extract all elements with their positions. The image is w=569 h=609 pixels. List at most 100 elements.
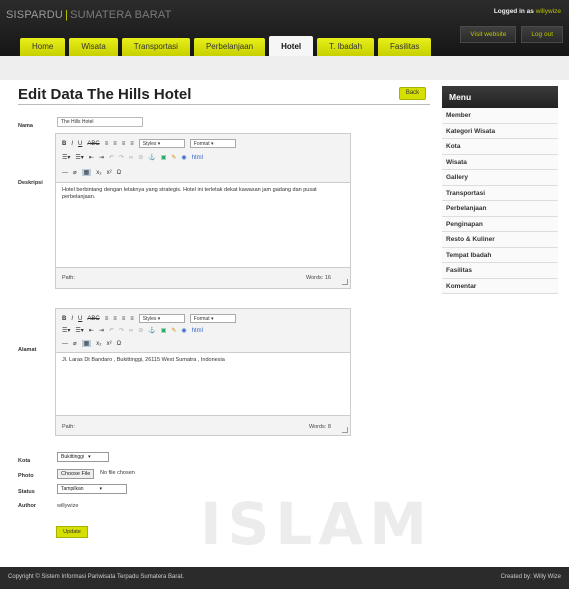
anchor-icon[interactable]: ⚓ xyxy=(148,154,155,161)
copyright-text: Copyright © Sistem Informasi Pariwisata … xyxy=(8,574,185,580)
numbered-list-icon[interactable]: ☰▾ xyxy=(75,327,83,334)
unlink-icon[interactable]: ⊘ xyxy=(138,154,143,161)
bullet-list-icon[interactable]: ☰▾ xyxy=(62,154,70,161)
align-left-icon[interactable]: ≡ xyxy=(105,141,109,147)
underline-icon[interactable]: U xyxy=(78,141,82,147)
remove-format-icon[interactable]: ⌀ xyxy=(73,169,77,176)
status-label: Status xyxy=(18,489,35,495)
strikethrough-icon[interactable]: ABC xyxy=(87,141,99,147)
cleanup-icon[interactable]: ✎ xyxy=(171,327,176,334)
sidebar-item-fasilitas[interactable]: Fasilitas xyxy=(442,263,558,279)
chevron-down-icon: ▾ xyxy=(99,486,103,492)
resize-handle-icon[interactable] xyxy=(342,427,348,433)
visit-website-button[interactable]: Visit website xyxy=(460,26,517,43)
nav-tab-perbelanjaan[interactable]: Perbelanjaan xyxy=(193,38,266,56)
alamat-textarea[interactable]: Jl. Laras Dt Bandaro , Bukittinggi, 2611… xyxy=(56,352,350,416)
sidebar-item-kategori-wisata[interactable]: Kategori Wisata xyxy=(442,123,558,139)
outdent-icon[interactable]: ⇤ xyxy=(89,327,94,334)
horizontal-rule-icon[interactable]: — xyxy=(62,341,68,347)
alamat-label: Alamat xyxy=(18,347,37,353)
status-select[interactable]: Tampilkan ▾ xyxy=(57,484,127,494)
update-button[interactable]: Update xyxy=(56,526,88,538)
cleanup-icon[interactable]: ✎ xyxy=(171,154,176,161)
styles-select[interactable]: Styles ▾ xyxy=(138,139,185,148)
align-right-icon[interactable]: ≡ xyxy=(122,141,126,147)
status-select-value: Tampilkan xyxy=(61,486,84,492)
redo-icon[interactable]: ↷ xyxy=(119,154,124,161)
help-icon[interactable]: ◉ xyxy=(181,154,186,161)
sidebar-item-perbelanjaan[interactable]: Perbelanjaan xyxy=(442,201,558,217)
image-icon[interactable]: ▣ xyxy=(161,327,167,334)
bold-icon[interactable]: B xyxy=(62,141,66,147)
italic-icon[interactable]: I xyxy=(71,316,73,322)
link-icon[interactable]: ∞ xyxy=(129,155,133,161)
nav-tab-fasilitas[interactable]: Fasilitas xyxy=(378,38,432,56)
nav-tab-transportasi[interactable]: Transportasi xyxy=(121,38,190,56)
log-out-button[interactable]: Log out xyxy=(521,26,563,43)
align-justify-icon[interactable]: ≡ xyxy=(130,141,134,147)
help-icon[interactable]: ◉ xyxy=(181,327,186,334)
special-char-icon[interactable]: Ω xyxy=(117,170,122,176)
sidebar-item-tempat-ibadah[interactable]: Tempat Ibadah xyxy=(442,247,558,263)
unlink-icon[interactable]: ⊘ xyxy=(138,327,143,334)
outdent-icon[interactable]: ⇤ xyxy=(89,154,94,161)
remove-format-icon[interactable]: ⌀ xyxy=(73,340,77,347)
align-center-icon[interactable]: ≡ xyxy=(113,316,117,322)
underline-icon[interactable]: U xyxy=(78,316,82,322)
indent-icon[interactable]: ⇥ xyxy=(99,154,104,161)
brand-separator: | xyxy=(65,9,69,21)
align-left-icon[interactable]: ≡ xyxy=(105,316,109,322)
align-justify-icon[interactable]: ≡ xyxy=(130,316,134,322)
anchor-icon[interactable]: ⚓ xyxy=(148,327,155,334)
kota-select[interactable]: Bukittinggi ▾ xyxy=(57,452,109,462)
logged-in-status: Logged in as willywize xyxy=(494,8,561,15)
alamat-editor: B I U ABC ≡ ≡ ≡ ≡ Styles ▾ Format ▾ ☰▾ ☰… xyxy=(55,308,351,436)
sidebar-item-transportasi[interactable]: Transportasi xyxy=(442,185,558,201)
undo-icon[interactable]: ↶ xyxy=(109,154,114,161)
sidebar-menu: Menu Member Kategori Wisata Kota Wisata … xyxy=(442,86,558,294)
html-icon[interactable]: html xyxy=(192,155,203,161)
superscript-icon[interactable]: x² xyxy=(107,170,112,176)
indent-icon[interactable]: ⇥ xyxy=(99,327,104,334)
editor-toolbar-row-2: ☰▾ ☰▾ ⇤ ⇥ ↶ ↷ ∞ ⊘ ⚓ ▣ ✎ ◉ html xyxy=(62,327,203,335)
choose-file-button[interactable]: Choose File xyxy=(57,469,95,479)
styles-select[interactable]: Styles ▾ xyxy=(138,314,185,323)
strikethrough-icon[interactable]: ABC xyxy=(87,316,99,322)
html-icon[interactable]: html xyxy=(192,328,203,334)
format-select[interactable]: Format ▾ xyxy=(189,139,236,148)
align-right-icon[interactable]: ≡ xyxy=(122,316,126,322)
visual-aid-icon[interactable]: ▦ xyxy=(81,169,92,176)
undo-icon[interactable]: ↶ xyxy=(109,327,114,334)
sidebar-item-member[interactable]: Member xyxy=(442,108,558,124)
back-button[interactable]: Back xyxy=(399,87,426,100)
numbered-list-icon[interactable]: ☰▾ xyxy=(75,154,83,161)
styles-select-label: Styles xyxy=(142,141,157,147)
sidebar-item-penginapan[interactable]: Penginapan xyxy=(442,216,558,232)
nav-tab-home[interactable]: Home xyxy=(20,38,66,56)
horizontal-rule-icon[interactable]: — xyxy=(62,170,68,176)
image-icon[interactable]: ▣ xyxy=(161,154,167,161)
sidebar-item-gallery[interactable]: Gallery xyxy=(442,170,558,186)
redo-icon[interactable]: ↷ xyxy=(119,327,124,334)
sidebar-item-resto-kuliner[interactable]: Resto & Kuliner xyxy=(442,232,558,248)
format-select[interactable]: Format ▾ xyxy=(189,314,236,323)
subscript-icon[interactable]: x₂ xyxy=(96,341,101,347)
superscript-icon[interactable]: x² xyxy=(107,341,112,347)
nav-tab-t-ibadah[interactable]: T. Ibadah xyxy=(317,38,375,56)
visual-aid-icon[interactable]: ▦ xyxy=(81,340,92,347)
bullet-list-icon[interactable]: ☰▾ xyxy=(62,327,70,334)
italic-icon[interactable]: I xyxy=(71,141,73,147)
resize-handle-icon[interactable] xyxy=(342,279,348,285)
sidebar-item-wisata[interactable]: Wisata xyxy=(442,154,558,170)
sidebar-item-kota[interactable]: Kota xyxy=(442,139,558,155)
subscript-icon[interactable]: x₂ xyxy=(96,170,101,176)
nav-tab-wisata[interactable]: Wisata xyxy=(69,38,118,56)
sidebar-item-komentar[interactable]: Komentar xyxy=(442,278,558,294)
deskripsi-textarea[interactable]: Hotel berbintang dengan letaknya yang st… xyxy=(56,182,350,268)
bold-icon[interactable]: B xyxy=(62,316,66,322)
special-char-icon[interactable]: Ω xyxy=(117,341,122,347)
align-center-icon[interactable]: ≡ xyxy=(113,141,117,147)
nav-tab-hotel[interactable]: Hotel xyxy=(269,36,314,56)
link-icon[interactable]: ∞ xyxy=(129,328,133,334)
nama-input[interactable]: The Hills Hotel xyxy=(57,117,143,127)
